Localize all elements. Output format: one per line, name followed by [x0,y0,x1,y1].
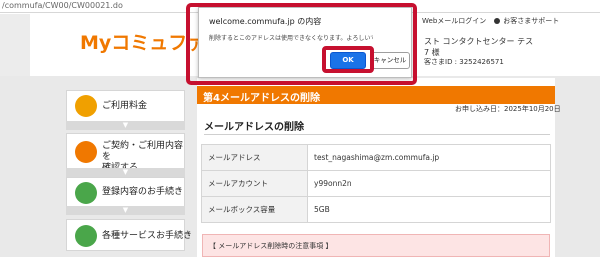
chevron-down-icon[interactable]: ▼ [66,168,185,177]
mail-info-table: メールアドレス test_nagashima@zm.commufa.jp メール… [201,144,551,223]
page-title-bar: 第4メールアドレスの削除 [197,86,555,104]
book-icon [75,141,97,163]
table-value: test_nagashima@zm.commufa.jp [307,144,551,171]
dialog-highlight-frame [186,3,417,85]
table-key: メールアカウント [201,170,308,197]
header-left-strip [0,14,30,76]
sidebar-item-services[interactable]: 各種サービスお手続き [66,219,192,251]
header-links: Webメールログイン お客さまサポート [422,16,559,26]
notice-title: 【 メールアドレス削除時の注意事項 】 [209,242,333,250]
section-divider [204,134,550,135]
page-title: 第4メールアドレスの削除 [203,93,320,104]
url-text: /commufa/CW00/CW00021.do [2,1,123,10]
customer-id: 客さまID : 3252426571 [424,58,504,66]
support-link[interactable]: お客さまサポート [503,17,559,25]
section-title: メールアドレスの削除 [204,122,304,133]
sidebar-item-billing[interactable]: ご利用料金 [66,90,185,122]
table-value: 5GB [307,196,551,223]
table-key: メールアドレス [201,144,308,171]
user-name: スト コンタクトセンター テス [424,37,534,46]
sidebar-item-registration[interactable]: 登録内容のお手続き [66,177,185,207]
yen-icon [75,95,97,117]
table-row: メールアカウント y99onn2n [201,170,551,197]
ok-button-highlight-frame [322,46,374,73]
document-icon [75,225,97,247]
sidebar-item-label: 各種サービスお手続き [102,231,193,241]
gear-icon [75,182,97,204]
table-key: メールボックス容量 [201,196,308,223]
chevron-down-icon[interactable]: ▼ [66,121,185,130]
sidebar-item-label: 登録内容のお手続き [102,187,184,197]
notice-box: 【 メールアドレス削除時の注意事項 】 [202,234,550,257]
table-row: メールアドレス test_nagashima@zm.commufa.jp [201,144,551,171]
webmail-login-link[interactable]: Webメールログイン [422,17,486,25]
table-value: y99onn2n [307,170,551,197]
bullet-icon [494,18,501,24]
sidebar-item-contract[interactable]: ご契約・ご利用内容を 確認する [66,133,185,173]
table-row: メールボックス容量 5GB [201,196,551,223]
chevron-down-icon[interactable]: ▼ [66,206,185,215]
apply-date: お申し込み日：2025年10月20日 [455,105,561,113]
sidebar-item-label: ご利用料金 [102,101,148,111]
